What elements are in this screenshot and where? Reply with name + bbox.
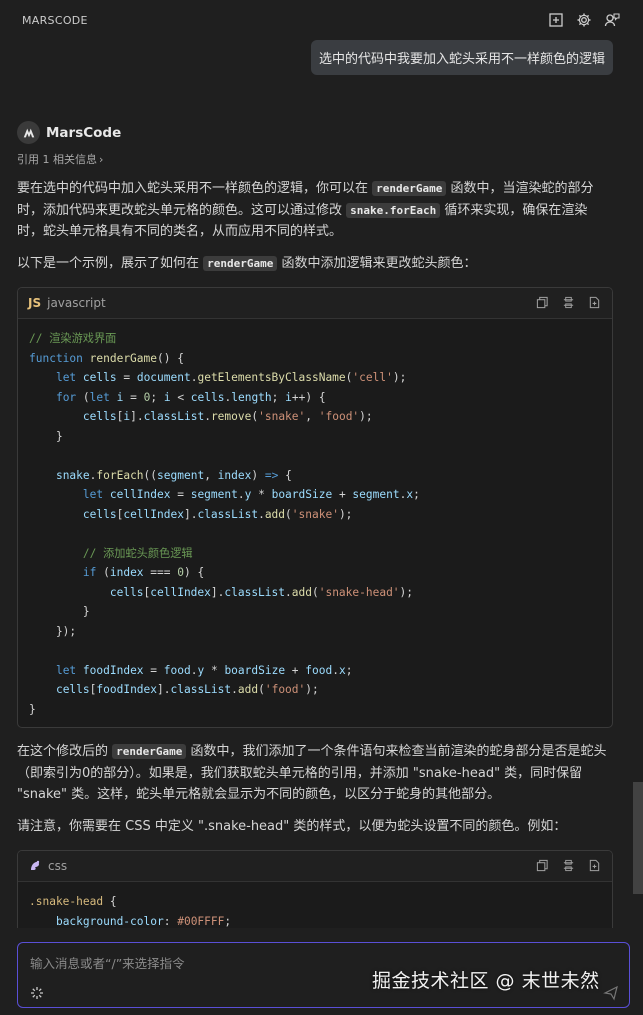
- chat-scrollbar[interactable]: [633, 782, 643, 894]
- code-actions: [536, 296, 602, 310]
- text-span: 以下是一个示例，展示了如何在: [17, 256, 204, 271]
- new-file-icon[interactable]: [588, 859, 602, 873]
- code-language-label: css: [48, 859, 68, 873]
- code-block-css: css .snake-head { background-color: #00F…: [17, 850, 613, 928]
- new-chat-icon[interactable]: [547, 11, 565, 29]
- answer-paragraph-4: 请注意，你需要在 CSS 中定义 ".snake-head" 类的样式，以便为蛇…: [17, 819, 567, 834]
- gear-icon[interactable]: [575, 11, 593, 29]
- code-language: css: [28, 858, 67, 875]
- code-block-javascript: JS javascript // 渲染游戏界面 function renderG…: [17, 287, 613, 728]
- js-icon: JS: [28, 296, 42, 310]
- code-block-header: css: [18, 851, 612, 882]
- watermark-text: 掘金技术社区 @ 末世未然: [372, 970, 600, 992]
- feedback-icon[interactable]: [603, 11, 621, 29]
- code-language: JS javascript: [28, 296, 106, 310]
- copy-icon[interactable]: [536, 296, 550, 310]
- insert-code-icon[interactable]: [562, 296, 576, 310]
- reference-label: 引用 1 相关信息: [17, 153, 97, 166]
- panel-header: MARSCODE: [0, 0, 643, 40]
- panel-title: MARSCODE: [22, 13, 88, 27]
- code-content[interactable]: .snake-head { background-color: #00FFFF;: [18, 882, 612, 928]
- code-language-label: javascript: [47, 296, 106, 310]
- assistant-header: MarsCode: [17, 121, 121, 144]
- copy-icon[interactable]: [536, 859, 550, 873]
- code-content[interactable]: // 渲染游戏界面 function renderGame() { let ce…: [18, 319, 612, 727]
- sparkle-icon[interactable]: [30, 986, 44, 1000]
- text-span: 要在选中的代码中加入蛇头采用不一样颜色的逻辑，你可以在: [17, 181, 373, 196]
- header-actions: [547, 11, 621, 29]
- send-icon[interactable]: [603, 985, 619, 1001]
- reference-toggle[interactable]: 引用 1 相关信息 ›: [17, 151, 103, 167]
- new-file-icon[interactable]: [588, 296, 602, 310]
- code-block-header: JS javascript: [18, 288, 612, 319]
- chevron-right-icon: ›: [99, 152, 104, 166]
- inline-code: renderGame: [203, 256, 278, 271]
- answer-paragraph-3: 在这个修改后的 renderGame 函数中，我们添加了一个条件语句来检查当前渲…: [17, 741, 609, 806]
- answer-paragraph-1: 要在选中的代码中加入蛇头采用不一样颜色的逻辑，你可以在 renderGame 函…: [17, 178, 609, 243]
- code-actions: [536, 859, 602, 873]
- assistant-name: MarsCode: [46, 124, 122, 141]
- answer-paragraph-2: 以下是一个示例，展示了如何在 renderGame 函数中添加逻辑来更改蛇头颜色…: [17, 253, 609, 275]
- inline-code: renderGame: [372, 181, 447, 196]
- insert-code-icon[interactable]: [562, 859, 576, 873]
- inline-code: snake.forEach: [346, 202, 441, 218]
- inline-code: renderGame: [112, 744, 187, 759]
- text-span: 函数中添加逻辑来更改蛇头颜色：: [277, 256, 477, 271]
- css-icon: [28, 858, 42, 875]
- user-message-bubble: 选中的代码中我要加入蛇头采用不一样颜色的逻辑: [310, 40, 613, 75]
- text-span: 在这个修改后的: [17, 744, 113, 759]
- marscode-logo-icon: [17, 121, 40, 144]
